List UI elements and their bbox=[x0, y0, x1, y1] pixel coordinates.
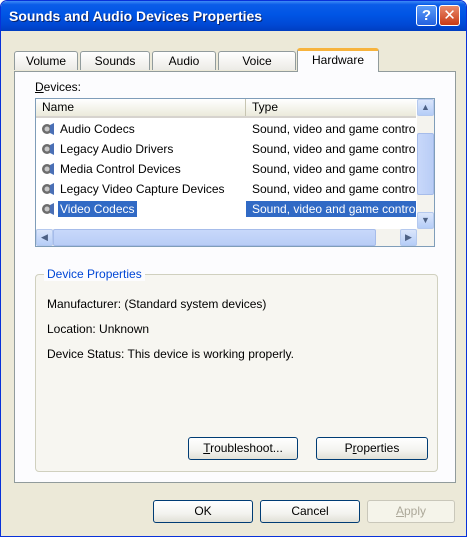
list-rows: Audio Codecs Sound, video and game contr… bbox=[36, 119, 416, 219]
devices-label-accel: D bbox=[35, 80, 44, 94]
tab-volume[interactable]: Volume bbox=[14, 51, 78, 70]
speaker-gear-icon bbox=[42, 123, 54, 135]
device-status-text: Device Status: This device is working pr… bbox=[47, 347, 294, 361]
properties-label-pre: P bbox=[344, 441, 353, 455]
troubleshoot-button[interactable]: Troubleshoot... bbox=[188, 437, 298, 460]
hardware-tab-panel: Devices: Name Type Audio Codecs Sound, v… bbox=[14, 71, 456, 483]
devices-label-text: evices: bbox=[43, 80, 82, 94]
close-button[interactable]: ✕ bbox=[439, 5, 460, 26]
device-type: Sound, video and game controllers bbox=[246, 201, 416, 217]
devices-list[interactable]: Name Type Audio Codecs Sound, video and … bbox=[35, 98, 435, 247]
device-name: Legacy Audio Drivers bbox=[60, 142, 174, 156]
apply-button[interactable]: Apply bbox=[367, 500, 455, 523]
tab-audio[interactable]: Audio bbox=[152, 51, 216, 70]
tab-label: Volume bbox=[25, 54, 67, 68]
apply-accel: A bbox=[395, 504, 404, 518]
tab-hardware[interactable]: Hardware bbox=[297, 48, 379, 72]
vertical-scroll-thumb[interactable] bbox=[417, 133, 434, 195]
apply-label: pply bbox=[404, 504, 427, 518]
chevron-right-icon: ▶ bbox=[405, 232, 412, 242]
chevron-up-icon: ▲ bbox=[421, 102, 430, 112]
list-item[interactable]: Audio Codecs Sound, video and game contr… bbox=[36, 119, 416, 139]
tab-label: Sounds bbox=[94, 54, 136, 68]
device-type: Sound, video and game controllers bbox=[252, 162, 416, 176]
list-item[interactable]: Media Control Devices Sound, video and g… bbox=[36, 159, 416, 179]
dialog-client-area: Volume Sounds Audio Voice Hardware Devic… bbox=[4, 31, 463, 533]
list-header: Name Type bbox=[36, 99, 416, 118]
chevron-down-icon: ▼ bbox=[421, 215, 430, 225]
speaker-gear-icon bbox=[42, 203, 54, 215]
chevron-left-icon: ◀ bbox=[41, 232, 48, 242]
speaker-gear-icon bbox=[42, 163, 54, 175]
device-type: Sound, video and game controllers bbox=[252, 142, 416, 156]
list-item[interactable]: Legacy Video Capture Devices Sound, vide… bbox=[36, 179, 416, 199]
dialog-window: Sounds and Audio Devices Properties ? ✕ … bbox=[0, 0, 467, 537]
tab-label: Voice bbox=[242, 54, 272, 68]
tab-voice[interactable]: Voice bbox=[218, 51, 296, 70]
device-type: Sound, video and game controllers bbox=[252, 182, 416, 196]
device-name: Audio Codecs bbox=[60, 122, 135, 136]
group-title: Device Properties bbox=[44, 267, 145, 281]
column-header-name[interactable]: Name bbox=[36, 99, 246, 116]
ok-label: OK bbox=[194, 504, 212, 518]
devices-label: Devices: bbox=[35, 80, 81, 94]
scroll-up-button[interactable]: ▲ bbox=[417, 99, 434, 116]
vertical-scrollbar[interactable]: ▲ ▼ bbox=[417, 99, 434, 229]
device-name: Video Codecs bbox=[58, 201, 137, 217]
device-properties-group: Device Properties Manufacturer: (Standar… bbox=[35, 267, 438, 472]
list-item[interactable]: Legacy Audio Drivers Sound, video and ga… bbox=[36, 139, 416, 159]
tab-label: Audio bbox=[168, 54, 200, 68]
list-item-selected[interactable]: Video Codecs Sound, video and game contr… bbox=[36, 199, 416, 219]
tab-label: Hardware bbox=[311, 53, 365, 67]
manufacturer-text: Manufacturer: (Standard system devices) bbox=[47, 297, 267, 311]
speaker-gear-icon bbox=[42, 183, 54, 195]
help-button[interactable]: ? bbox=[416, 5, 437, 26]
properties-label: operties bbox=[356, 441, 400, 455]
help-icon: ? bbox=[421, 7, 432, 24]
scroll-left-button[interactable]: ◀ bbox=[36, 229, 53, 246]
device-name: Legacy Video Capture Devices bbox=[60, 182, 225, 196]
column-header-type[interactable]: Type bbox=[246, 99, 416, 116]
horizontal-scroll-thumb[interactable] bbox=[53, 229, 376, 246]
properties-button[interactable]: Properties bbox=[316, 437, 428, 460]
device-type: Sound, video and game controllers bbox=[252, 122, 416, 136]
cancel-label: Cancel bbox=[291, 504, 329, 518]
speaker-gear-icon bbox=[42, 143, 54, 155]
title-bar[interactable]: Sounds and Audio Devices Properties ? ✕ bbox=[1, 1, 466, 31]
tab-sounds[interactable]: Sounds bbox=[80, 51, 150, 70]
cancel-button[interactable]: Cancel bbox=[260, 500, 360, 523]
scroll-down-button[interactable]: ▼ bbox=[417, 212, 434, 229]
ok-button[interactable]: OK bbox=[153, 500, 253, 523]
close-icon: ✕ bbox=[443, 7, 456, 24]
scroll-right-button[interactable]: ▶ bbox=[400, 229, 417, 246]
location-text: Location: Unknown bbox=[47, 322, 150, 336]
troubleshoot-label: roubleshoot... bbox=[210, 441, 283, 455]
window-title: Sounds and Audio Devices Properties bbox=[9, 8, 263, 24]
device-name: Media Control Devices bbox=[60, 162, 181, 176]
horizontal-scrollbar[interactable]: ◀ ▶ bbox=[36, 229, 434, 246]
